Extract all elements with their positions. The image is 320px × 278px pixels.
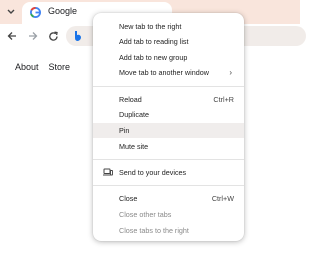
menu-item-add-to-new-group[interactable]: Add tab to new group	[93, 50, 244, 65]
google-favicon-icon	[30, 7, 41, 18]
menu-separator	[93, 159, 244, 160]
menu-item-add-to-reading-list[interactable]: Add tab to reading list	[93, 34, 244, 49]
about-link[interactable]: About	[15, 62, 39, 72]
menu-item-close[interactable]: Close Ctrl+W	[93, 191, 244, 206]
menu-item-move-to-window[interactable]: Move tab to another window ›	[93, 65, 244, 80]
back-arrow-icon[interactable]	[4, 28, 20, 44]
forward-arrow-icon[interactable]	[25, 28, 41, 44]
menu-item-mute-site[interactable]: Mute site	[93, 139, 244, 154]
menu-separator	[93, 185, 244, 186]
store-link[interactable]: Store	[49, 62, 71, 72]
reload-icon[interactable]	[45, 28, 61, 44]
devices-icon	[103, 168, 113, 176]
menu-separator	[93, 86, 244, 87]
tab-search-chevron-icon[interactable]	[4, 5, 18, 19]
shortcut-close: Ctrl+W	[211, 194, 234, 203]
shortcut-reload: Ctrl+R	[213, 95, 234, 104]
menu-item-new-tab-right[interactable]: New tab to the right	[93, 19, 244, 34]
tab-title: Google	[48, 6, 78, 16]
menu-item-duplicate[interactable]: Duplicate	[93, 107, 244, 122]
menu-item-send-to-devices[interactable]: Send to your devices	[93, 165, 244, 180]
site-info-icon[interactable]	[72, 30, 84, 42]
submenu-arrow-icon: ›	[229, 68, 232, 77]
menu-item-close-tabs-right: Close tabs to the right	[119, 226, 189, 235]
menu-item-reload[interactable]: Reload Ctrl+R	[93, 92, 244, 107]
tab-context-menu: New tab to the right Add tab to reading …	[93, 13, 244, 241]
menu-item-pin[interactable]: Pin	[93, 123, 244, 138]
menu-item-close-other-tabs: Close other tabs	[119, 210, 172, 219]
page-nav-links: About Store	[15, 62, 80, 72]
